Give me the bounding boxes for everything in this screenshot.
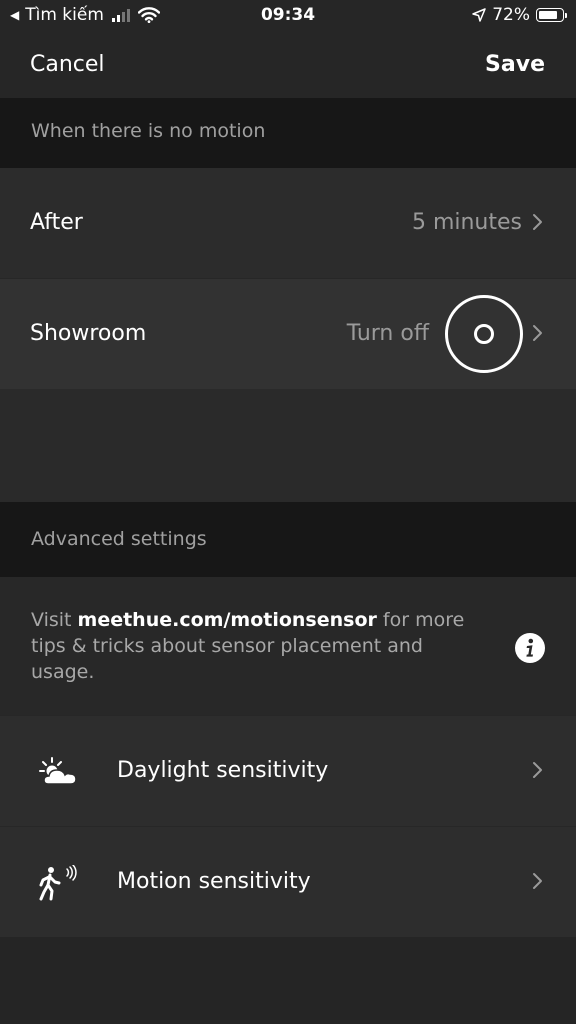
motion-sensitivity-row[interactable]: Motion sensitivity <box>0 827 576 937</box>
section-header-no-motion: When there is no motion <box>0 98 576 168</box>
motion-sensor-link[interactable]: meethue.com/motionsensor <box>78 609 377 631</box>
chevron-right-icon <box>533 762 542 778</box>
empty-spacer <box>0 389 576 502</box>
daylight-cloud-icon <box>39 757 77 785</box>
cancel-button[interactable]: Cancel <box>30 52 105 77</box>
touch-indicator <box>445 295 523 373</box>
section-header-advanced: Advanced settings <box>0 502 576 577</box>
section-header-label: Advanced settings <box>31 528 207 550</box>
info-icon[interactable] <box>514 632 546 664</box>
walking-person-motion-icon <box>39 865 77 901</box>
chevron-right-icon <box>533 325 542 341</box>
info-tip-row: Visit meethue.com/motionsensor for more … <box>0 577 576 715</box>
daylight-sensitivity-label: Daylight sensitivity <box>117 758 329 783</box>
info-tip-prefix: Visit <box>31 609 78 631</box>
chevron-right-icon <box>533 873 542 889</box>
battery-percentage: 72% <box>492 5 530 25</box>
after-row[interactable]: After 5 minutes <box>0 168 576 278</box>
motion-sensitivity-label: Motion sensitivity <box>117 869 311 894</box>
navigation-bar: Cancel Save <box>0 32 576 98</box>
showroom-value: Turn off <box>346 321 429 346</box>
info-tip-text: Visit meethue.com/motionsensor for more … <box>31 607 481 685</box>
showroom-label: Showroom <box>30 321 147 346</box>
motion-sensor-settings-screen: ◀ Tìm kiếm 09:34 72% Cancel Save When th… <box>0 0 576 1024</box>
save-button[interactable]: Save <box>485 52 545 77</box>
touch-indicator-dot <box>474 324 494 344</box>
daylight-sensitivity-row[interactable]: Daylight sensitivity <box>0 716 576 826</box>
after-value: 5 minutes <box>411 210 522 235</box>
section-header-label: When there is no motion <box>31 120 266 142</box>
location-arrow-icon <box>472 8 486 22</box>
after-label: After <box>30 210 83 235</box>
battery-icon <box>536 8 567 22</box>
chevron-right-icon <box>533 214 542 230</box>
bottom-empty-area <box>0 937 576 1024</box>
status-bar: ◀ Tìm kiếm 09:34 72% <box>0 0 576 32</box>
status-right: 72% <box>472 5 567 25</box>
